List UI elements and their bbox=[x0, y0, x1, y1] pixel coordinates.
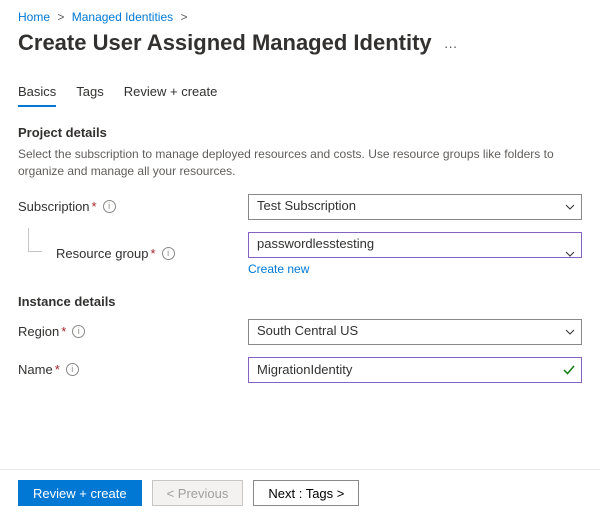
region-label: Region bbox=[18, 324, 59, 339]
tab-basics[interactable]: Basics bbox=[18, 84, 56, 107]
region-row: Region * i South Central US bbox=[18, 319, 582, 345]
page-title: Create User Assigned Managed Identity … bbox=[18, 30, 582, 56]
resource-group-select[interactable]: passwordlesstesting bbox=[248, 232, 582, 258]
required-indicator: * bbox=[151, 246, 156, 261]
subscription-row: Subscription * i Test Subscription bbox=[18, 194, 582, 220]
info-icon[interactable]: i bbox=[162, 247, 175, 260]
page-title-text: Create User Assigned Managed Identity bbox=[18, 30, 432, 56]
chevron-right-icon: > bbox=[180, 10, 187, 24]
breadcrumb-managed-identities[interactable]: Managed Identities bbox=[72, 10, 173, 24]
instance-details-heading: Instance details bbox=[18, 294, 582, 309]
breadcrumb-home[interactable]: Home bbox=[18, 10, 50, 24]
info-icon[interactable]: i bbox=[72, 325, 85, 338]
previous-button: < Previous bbox=[152, 480, 244, 506]
breadcrumb: Home > Managed Identities > bbox=[18, 10, 582, 24]
name-label: Name bbox=[18, 362, 53, 377]
required-indicator: * bbox=[61, 324, 66, 339]
project-details-heading: Project details bbox=[18, 125, 582, 140]
subscription-label: Subscription bbox=[18, 199, 90, 214]
required-indicator: * bbox=[92, 199, 97, 214]
chevron-right-icon: > bbox=[57, 10, 64, 24]
info-icon[interactable]: i bbox=[103, 200, 116, 213]
footer: Review + create < Previous Next : Tags > bbox=[0, 469, 600, 516]
tab-review[interactable]: Review + create bbox=[124, 84, 218, 107]
more-icon[interactable]: … bbox=[444, 35, 459, 51]
info-icon[interactable]: i bbox=[66, 363, 79, 376]
required-indicator: * bbox=[55, 362, 60, 377]
project-details-desc: Select the subscription to manage deploy… bbox=[18, 146, 558, 180]
tab-tags[interactable]: Tags bbox=[76, 84, 103, 107]
tabs: Basics Tags Review + create bbox=[18, 84, 582, 107]
resource-group-row: Resource group * i passwordlesstesting C… bbox=[18, 232, 582, 276]
name-input[interactable] bbox=[248, 357, 582, 383]
region-select[interactable]: South Central US bbox=[248, 319, 582, 345]
name-row: Name * i bbox=[18, 357, 582, 383]
create-new-link[interactable]: Create new bbox=[248, 262, 309, 276]
subscription-select[interactable]: Test Subscription bbox=[248, 194, 582, 220]
resource-group-label: Resource group bbox=[56, 246, 149, 261]
tree-connector bbox=[28, 228, 42, 252]
next-button[interactable]: Next : Tags > bbox=[253, 480, 359, 506]
review-create-button[interactable]: Review + create bbox=[18, 480, 142, 506]
